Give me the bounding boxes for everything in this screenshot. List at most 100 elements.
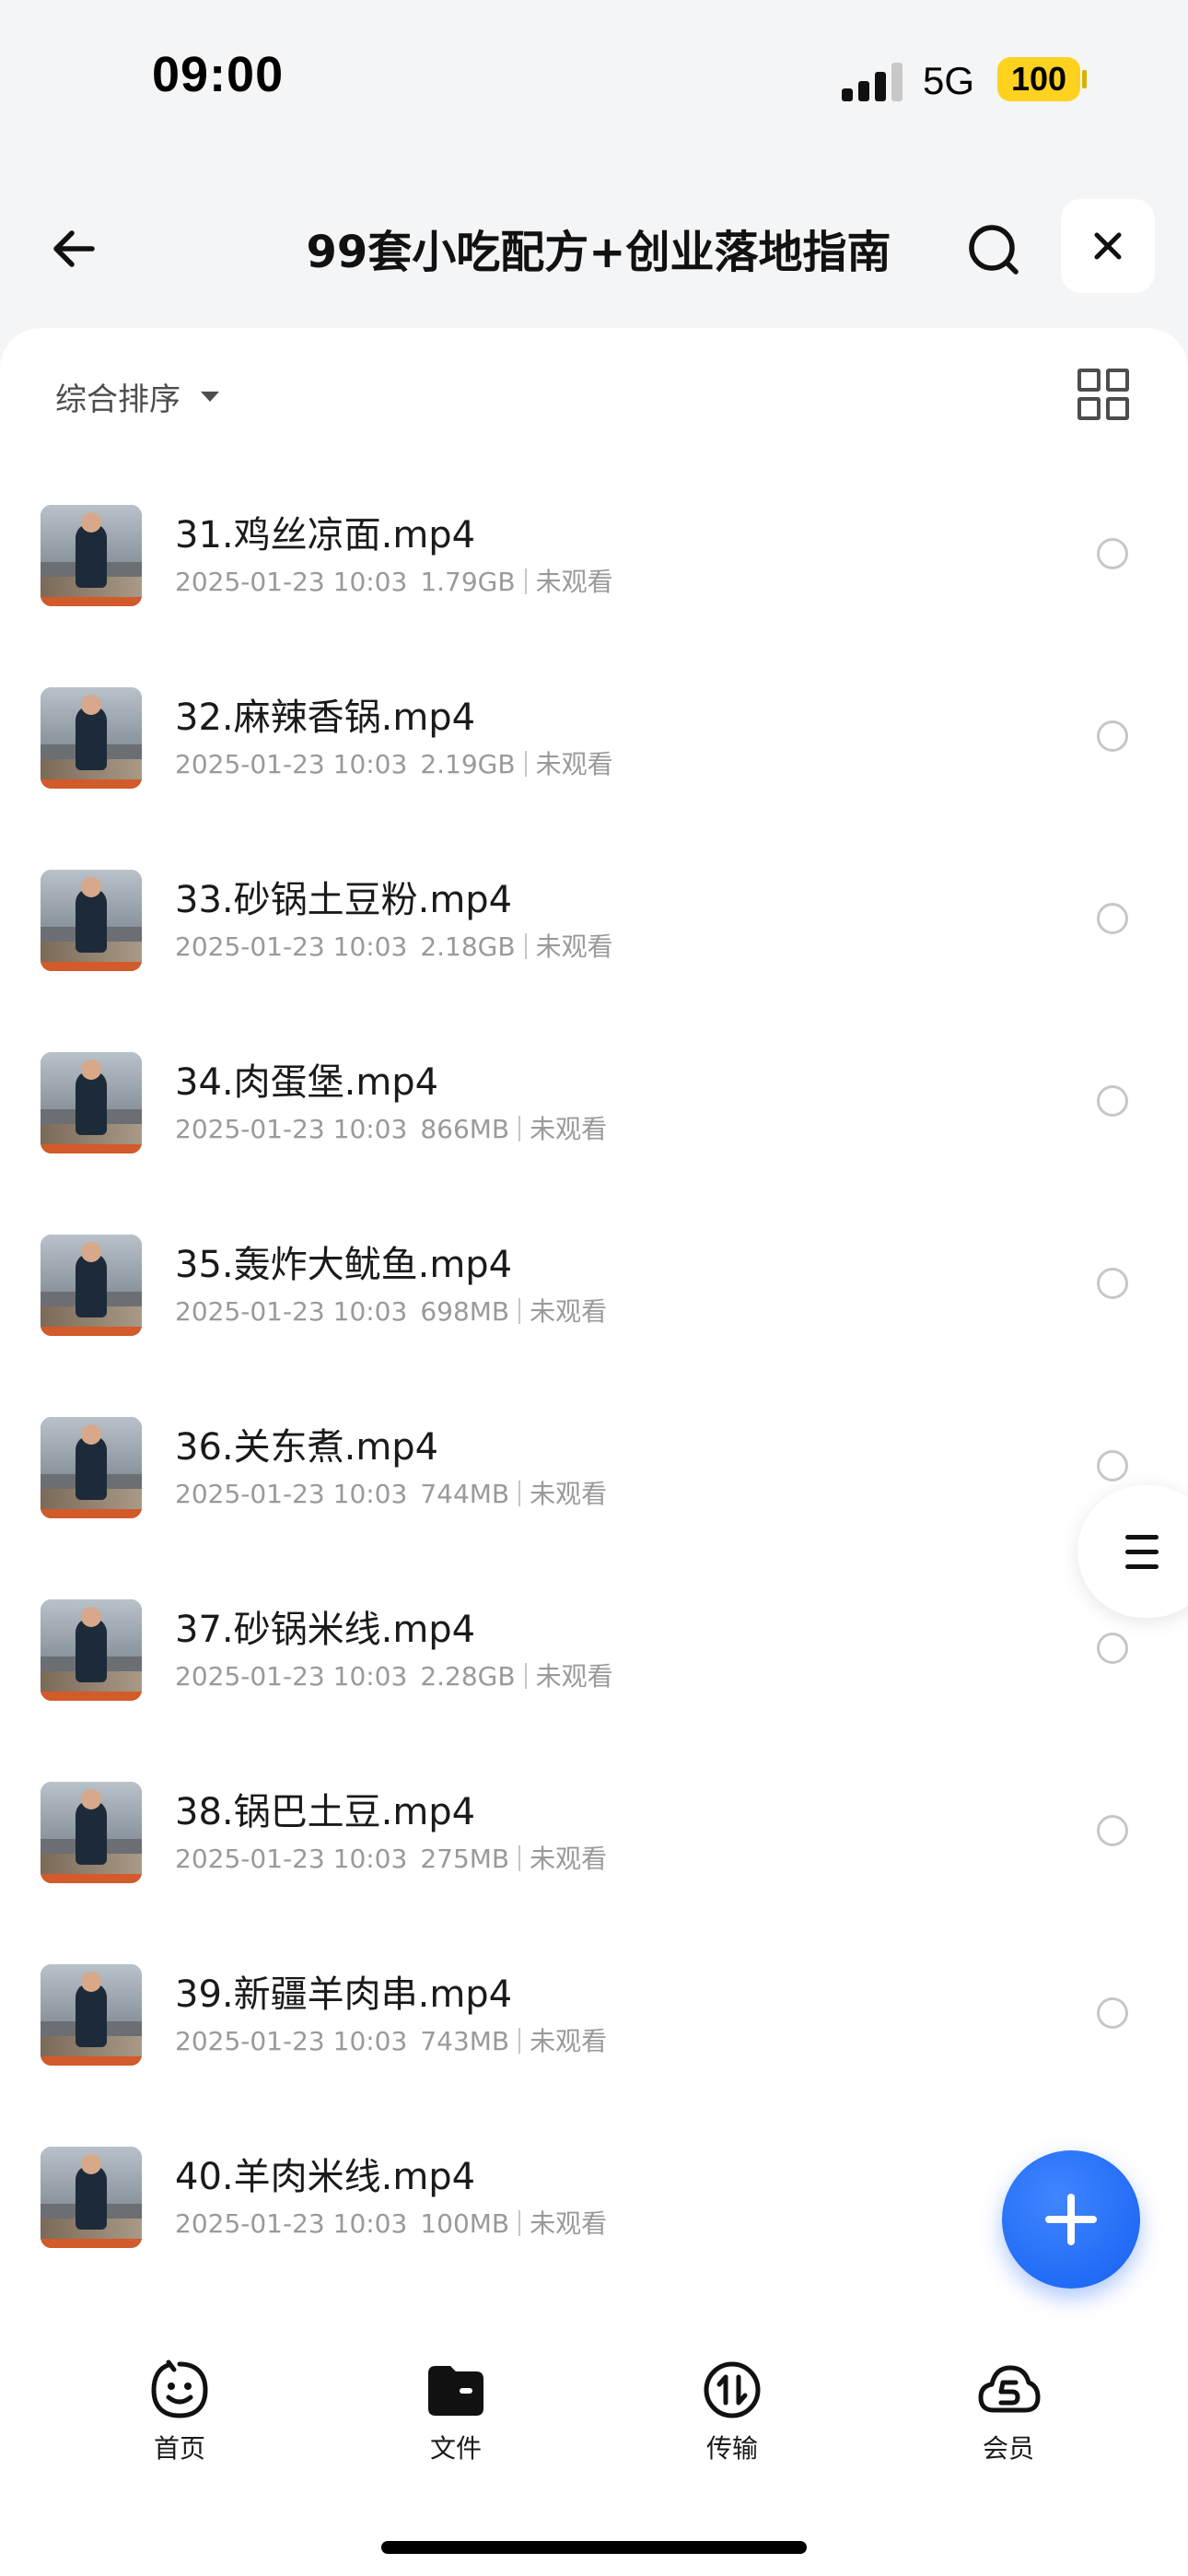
file-date: 2025-01-23 10:03: [175, 749, 408, 779]
file-meta: 2025-01-23 10:03 100MB 未观看: [175, 2204, 607, 2241]
transfer-icon: [699, 2357, 765, 2423]
watch-status: 未观看: [535, 1661, 613, 1692]
nav-home[interactable]: 首页: [111, 2357, 249, 2465]
file-size: 866MB: [420, 1114, 510, 1144]
watch-status: 未观看: [530, 2026, 608, 2056]
file-row[interactable]: 37.砂锅米线.mp4 2025-01-23 10:03 2.28GB 未观看: [0, 1579, 1188, 1762]
battery-icon: 100: [997, 57, 1080, 101]
file-date: 2025-01-23 10:03: [175, 1296, 408, 1327]
close-icon: [1094, 232, 1122, 260]
video-thumbnail: [41, 1052, 142, 1153]
file-date: 2025-01-23 10:03: [175, 567, 408, 597]
select-checkbox[interactable]: [1097, 720, 1128, 752]
folder-icon: [423, 2357, 489, 2423]
file-date: 2025-01-23 10:03: [175, 1114, 408, 1144]
watch-status: 未观看: [530, 1479, 608, 1509]
smiley-icon: [146, 2357, 213, 2423]
file-size: 2.18GB: [420, 931, 516, 962]
meta-divider: [524, 1663, 527, 1689]
video-thumbnail: [41, 1235, 142, 1336]
meta-divider: [518, 1298, 521, 1324]
file-size: 100MB: [420, 2208, 510, 2239]
file-row[interactable]: 31.鸡丝凉面.mp4 2025-01-23 10:03 1.79GB 未观看: [0, 485, 1188, 667]
file-name: 34.肉蛋堡.mp4: [175, 1061, 439, 1104]
video-thumbnail: [41, 687, 142, 789]
file-size: 698MB: [420, 1296, 510, 1327]
meta-divider: [518, 1845, 521, 1871]
file-meta: 2025-01-23 10:03 2.18GB 未观看: [175, 927, 613, 964]
file-meta: 2025-01-23 10:03 1.79GB 未观看: [175, 562, 613, 599]
file-meta: 2025-01-23 10:03 2.28GB 未观看: [175, 1657, 613, 1693]
network-type: 5G: [923, 59, 975, 102]
menu-icon: [1125, 1535, 1159, 1540]
select-checkbox[interactable]: [1097, 903, 1128, 934]
add-button[interactable]: [1002, 2150, 1140, 2289]
sort-dropdown[interactable]: 综合排序: [55, 369, 219, 424]
file-name: 38.锅巴土豆.mp4: [175, 1791, 476, 1833]
file-name: 32.麻辣香锅.mp4: [175, 697, 476, 739]
video-thumbnail: [41, 505, 142, 606]
file-name: 36.关东煮.mp4: [175, 1426, 439, 1469]
nav-transfer[interactable]: 传输: [663, 2357, 801, 2465]
select-checkbox[interactable]: [1097, 538, 1128, 569]
search-button[interactable]: [958, 214, 1031, 287]
grid-view-button[interactable]: [1077, 369, 1129, 420]
nav-label-home: 首页: [153, 2433, 205, 2464]
select-checkbox[interactable]: [1097, 1268, 1128, 1299]
video-thumbnail: [41, 1599, 142, 1701]
file-size: 2.28GB: [420, 1661, 516, 1692]
meta-divider: [518, 1481, 521, 1506]
meta-divider: [524, 933, 527, 959]
grid-icon: [1077, 369, 1101, 392]
sort-label: 综合排序: [55, 381, 181, 418]
file-row[interactable]: 32.麻辣香锅.mp4 2025-01-23 10:03 2.19GB 未观看: [0, 667, 1188, 849]
file-row[interactable]: 38.锅巴土豆.mp4 2025-01-23 10:03 275MB 未观看: [0, 1762, 1188, 1944]
video-thumbnail: [41, 1782, 142, 1883]
file-row[interactable]: 33.砂锅土豆粉.mp4 2025-01-23 10:03 2.18GB 未观看: [0, 849, 1188, 1032]
watch-status: 未观看: [535, 567, 613, 597]
status-bar: 09:00 5G 100: [0, 0, 1188, 157]
file-row[interactable]: 34.肉蛋堡.mp4 2025-01-23 10:03 866MB 未观看: [0, 1032, 1188, 1214]
select-checkbox[interactable]: [1097, 1085, 1128, 1117]
video-thumbnail: [41, 2147, 142, 2248]
file-row[interactable]: 36.关东煮.mp4 2025-01-23 10:03 744MB 未观看: [0, 1397, 1188, 1579]
file-meta: 2025-01-23 10:03 743MB 未观看: [175, 2021, 607, 2058]
file-meta: 2025-01-23 10:03 744MB 未观看: [175, 1474, 607, 1511]
file-size: 275MB: [420, 1844, 510, 1874]
file-meta: 2025-01-23 10:03 2.19GB 未观看: [175, 744, 613, 781]
file-size: 2.19GB: [420, 749, 516, 779]
watch-status: 未观看: [530, 2208, 608, 2239]
file-date: 2025-01-23 10:03: [175, 1479, 408, 1509]
select-checkbox[interactable]: [1097, 1450, 1128, 1481]
nav-label-member: 会员: [982, 2433, 1034, 2464]
select-checkbox[interactable]: [1097, 1633, 1128, 1664]
file-row[interactable]: 39.新疆羊肉串.mp4 2025-01-23 10:03 743MB 未观看: [0, 1944, 1188, 2126]
video-thumbnail: [41, 870, 142, 971]
file-size: 743MB: [420, 2026, 510, 2056]
nav-files[interactable]: 文件: [387, 2357, 525, 2465]
meta-divider: [524, 568, 527, 594]
file-row[interactable]: 35.轰炸大鱿鱼.mp4 2025-01-23 10:03 698MB 未观看: [0, 1214, 1188, 1397]
nav-label-files: 文件: [429, 2433, 482, 2464]
file-date: 2025-01-23 10:03: [175, 2026, 408, 2056]
back-button[interactable]: [37, 212, 111, 286]
bottom-nav: 首页 文件 传输 会员: [0, 2340, 1188, 2488]
file-name: 40.羊肉米线.mp4: [175, 2156, 476, 2198]
select-checkbox[interactable]: [1097, 1815, 1128, 1846]
arrow-left-icon: [53, 230, 95, 267]
select-checkbox[interactable]: [1097, 1997, 1128, 2029]
battery-cap: [1082, 70, 1087, 88]
search-icon: [969, 225, 1019, 275]
close-button[interactable]: [1061, 199, 1155, 293]
file-size: 1.79GB: [420, 567, 516, 597]
meta-divider: [518, 1116, 521, 1142]
meta-divider: [524, 751, 527, 777]
file-date: 2025-01-23 10:03: [175, 2208, 408, 2239]
nav-member[interactable]: 会员: [939, 2357, 1077, 2465]
meta-divider: [518, 2210, 521, 2236]
file-meta: 2025-01-23 10:03 698MB 未观看: [175, 1292, 607, 1329]
meta-divider: [518, 2028, 521, 2054]
nav-label-transfer: 传输: [705, 2433, 758, 2464]
video-thumbnail: [41, 1964, 142, 2066]
cloud-s-icon: [975, 2357, 1042, 2423]
